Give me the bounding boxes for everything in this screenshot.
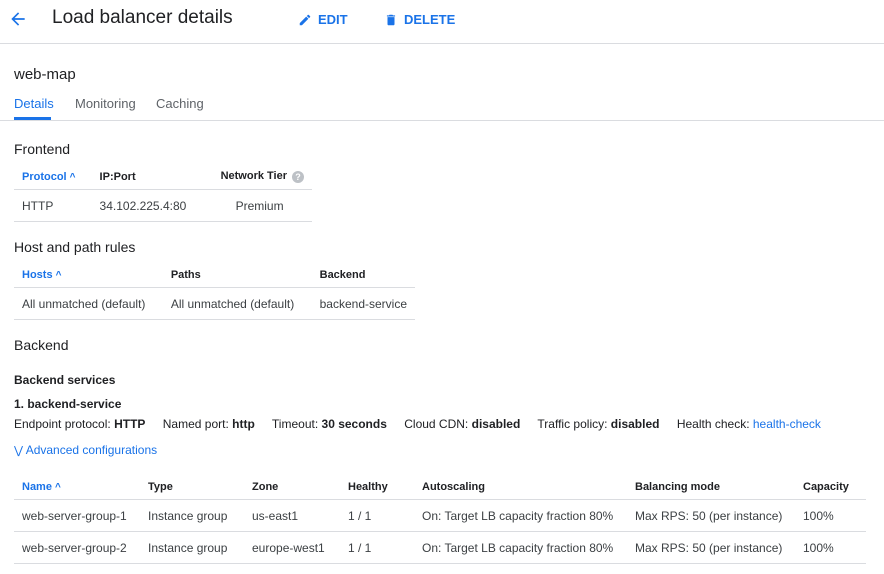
column-label: Balancing mode	[635, 480, 720, 493]
help-icon[interactable]: ?	[292, 170, 304, 183]
table-cell: All unmatched (default)	[14, 287, 163, 320]
table-cell: 100%	[795, 499, 866, 532]
page-title: Load balancer details	[52, 7, 233, 28]
column-label: Paths	[170, 268, 201, 281]
chevron-double-down-icon: ⋁	[14, 445, 24, 457]
advanced-configurations-toggle[interactable]: ⋁ Advanced configurations	[14, 443, 157, 457]
endpoint-protocol-label: Endpoint protocol:	[14, 417, 111, 431]
cloud-cdn-value: disabled	[471, 417, 521, 431]
column-label: Autoscaling	[422, 480, 485, 493]
column-label: Healthy	[348, 480, 388, 493]
frontend-table: Protocol ^ IP:Port Network Tier? HTTP 34.…	[14, 164, 312, 222]
column-header-zone: Zone	[244, 474, 340, 500]
delete-label: DELETE	[404, 12, 456, 27]
column-label: Capacity	[803, 480, 849, 493]
table-cell: 100%	[795, 531, 866, 564]
frontend-heading: Frontend	[14, 141, 71, 157]
table-cell: web-server-group-2	[14, 531, 140, 564]
trash-icon	[386, 14, 396, 25]
column-label: Protocol	[22, 170, 67, 183]
column-label: IP:Port	[99, 170, 136, 183]
table-row: web-server-group-2 Instance group europe…	[14, 531, 866, 564]
column-header-hosts[interactable]: Hosts ^	[14, 262, 163, 288]
column-header-backend: Backend	[311, 262, 415, 288]
table-cell: Max RPS: 50 (per instance)	[627, 531, 795, 564]
backend-service-properties: Endpoint protocol: HTTP Named port: http…	[14, 417, 821, 431]
column-header-network-tier: Network Tier?	[212, 164, 312, 190]
backend-service-name: 1. backend-service	[14, 397, 122, 411]
advanced-configurations-label: Advanced configurations	[25, 443, 158, 457]
backend-heading: Backend	[14, 337, 69, 353]
column-header-name[interactable]: Name ^	[14, 474, 140, 500]
column-label: Name	[22, 480, 52, 493]
timeout-label: Timeout:	[271, 417, 319, 431]
edit-button[interactable]: EDIT	[298, 12, 348, 27]
column-header-capacity: Capacity	[795, 474, 866, 500]
table-cell: HTTP	[14, 189, 92, 222]
table-cell: On: Target LB capacity fraction 80%	[414, 531, 627, 564]
column-label: Hosts	[22, 268, 53, 281]
column-header-ipport: IP:Port	[91, 164, 213, 190]
tab-bar: Details Monitoring Caching	[0, 95, 884, 121]
column-header-autoscaling: Autoscaling	[414, 474, 627, 500]
active-tab-indicator	[14, 117, 51, 120]
traffic-policy-value: disabled	[610, 417, 660, 431]
table-header-row: Hosts ^ Paths Backend	[14, 262, 415, 288]
load-balancer-name: web-map	[14, 66, 76, 83]
pencil-icon	[299, 14, 311, 25]
arrow-up-icon: ^	[69, 171, 76, 183]
table-header-row: Name ^ Type Zone Healthy Autoscaling Bala…	[14, 474, 866, 500]
table-header-row: Protocol ^ IP:Port Network Tier?	[14, 164, 312, 190]
host-path-table: Hosts ^ Paths Backend All unmatched (defa…	[14, 262, 415, 320]
top-bar: Load balancer details EDIT DELETE	[0, 0, 884, 44]
table-cell: backend-service	[311, 287, 415, 320]
table-cell: 34.102.225.4:80	[91, 189, 213, 222]
column-header-protocol[interactable]: Protocol ^	[14, 164, 92, 190]
endpoint-protocol-value: HTTP	[114, 417, 146, 431]
delete-button[interactable]: DELETE	[384, 12, 455, 27]
table-cell: Max RPS: 50 (per instance)	[627, 499, 795, 532]
health-check-link[interactable]: health-check	[753, 417, 821, 431]
health-check-label: Health check:	[676, 417, 750, 431]
named-port-value: http	[232, 417, 255, 431]
table-cell: Premium	[212, 189, 312, 222]
backend-services-heading: Backend services	[14, 373, 116, 387]
cloud-cdn-label: Cloud CDN:	[404, 417, 469, 431]
table-cell: On: Target LB capacity fraction 80%	[414, 499, 627, 532]
table-row: All unmatched (default) All unmatched (d…	[14, 287, 415, 320]
arrow-up-icon: ^	[54, 481, 61, 493]
table-row: web-server-group-1 Instance group us-eas…	[14, 499, 866, 532]
arrow-back-icon[interactable]	[8, 9, 28, 29]
table-cell: Instance group	[140, 499, 244, 532]
tab-details[interactable]: Details	[14, 96, 54, 111]
host-path-heading: Host and path rules	[14, 239, 136, 255]
column-label: Backend	[319, 268, 366, 281]
table-cell: All unmatched (default)	[162, 287, 312, 320]
timeout-value: 30 seconds	[321, 417, 387, 431]
backend-instances-table: Name ^ Type Zone Healthy Autoscaling Bala…	[14, 474, 866, 564]
table-cell: 1 / 1	[340, 499, 414, 532]
column-header-paths: Paths	[162, 262, 312, 288]
tab-caching[interactable]: Caching	[156, 96, 204, 111]
table-cell: 1 / 1	[340, 531, 414, 564]
column-header-type: Type	[140, 474, 244, 500]
column-header-balancing-mode: Balancing mode	[627, 474, 795, 500]
table-row: HTTP 34.102.225.4:80 Premium	[14, 189, 312, 222]
column-header-healthy: Healthy	[340, 474, 414, 500]
table-cell: Instance group	[140, 531, 244, 564]
table-cell: us-east1	[244, 499, 340, 532]
column-label: Type	[148, 480, 173, 493]
traffic-policy-label: Traffic policy:	[537, 417, 608, 431]
edit-label: EDIT	[318, 12, 348, 27]
tab-monitoring[interactable]: Monitoring	[75, 96, 136, 111]
table-cell: web-server-group-1	[14, 499, 140, 532]
table-cell: europe-west1	[244, 531, 340, 564]
column-label: Network Tier	[220, 170, 287, 183]
arrow-up-icon: ^	[55, 269, 62, 281]
named-port-label: Named port:	[162, 417, 229, 431]
column-label: Zone	[252, 480, 279, 493]
